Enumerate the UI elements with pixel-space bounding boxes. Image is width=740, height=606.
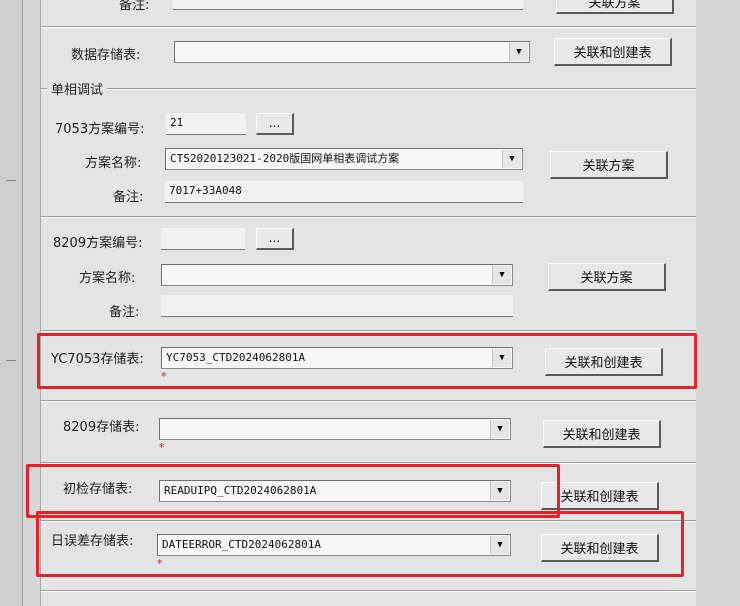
scheme-8209-associate-button[interactable]: 关联方案	[548, 263, 666, 291]
scheme-8209-browse-button[interactable]: ...	[256, 228, 294, 250]
storage-8209-label: 8209存储表:	[63, 420, 140, 435]
scheme-7053-name-label: 方案名称:	[85, 156, 142, 171]
top-associate-scheme-button[interactable]: 关联方案	[556, 0, 674, 14]
divider	[41, 26, 696, 28]
scheme-8209-remark-label: 备注:	[109, 305, 140, 320]
required-marker: *	[159, 441, 165, 454]
group-title-single-phase: 单相调试	[47, 79, 108, 98]
edge-tick	[6, 180, 16, 181]
highlight-box-daily-error	[36, 511, 684, 577]
scheme-7053-id-input[interactable]: 21	[166, 113, 246, 135]
divider	[41, 330, 696, 332]
scheme-8209-name-label: 方案名称:	[79, 271, 136, 286]
chevron-down-icon[interactable]: ▼	[492, 266, 511, 284]
scheme-7053-associate-button[interactable]: 关联方案	[550, 151, 668, 179]
data-table-create-button[interactable]: 关联和创建表	[554, 38, 672, 66]
highlight-box-yc7053	[37, 333, 697, 389]
top-remark-label: 备注:	[119, 0, 150, 13]
scheme-7053-browse-button[interactable]: ...	[256, 113, 294, 135]
divider	[41, 590, 696, 592]
scheme-7053-id-label: 7053方案编号:	[55, 122, 145, 137]
scheme-7053-name-value: CTS2020123021-2020版国网单相表调试方案	[170, 152, 400, 165]
chevron-down-icon[interactable]: ▼	[490, 420, 509, 438]
data-table-select[interactable]: ▼	[174, 41, 530, 63]
scheme-7053-remark-input[interactable]: 7017+33A048	[165, 181, 523, 203]
chevron-down-icon[interactable]: ▼	[502, 150, 521, 168]
scheme-7053-name-select[interactable]: CTS2020123021-2020版国网单相表调试方案 ▼	[165, 148, 523, 170]
chevron-down-icon[interactable]: ▼	[509, 43, 528, 61]
scheme-7053-remark-label: 备注:	[113, 190, 144, 205]
group-border	[41, 88, 696, 90]
storage-8209-create-button[interactable]: 关联和创建表	[543, 420, 661, 448]
divider	[41, 400, 696, 402]
scheme-8209-remark-input[interactable]	[161, 295, 513, 317]
storage-8209-select[interactable]: ▼	[159, 418, 511, 440]
scheme-8209-id-input[interactable]	[161, 228, 245, 250]
highlight-box-initial-check	[26, 464, 560, 518]
divider	[41, 216, 696, 218]
scheme-8209-name-select[interactable]: ▼	[161, 264, 513, 286]
top-remark-field[interactable]	[173, 0, 523, 10]
left-window-edge	[0, 0, 23, 606]
edge-tick	[6, 360, 16, 361]
data-table-label: 数据存储表:	[71, 48, 141, 63]
scheme-8209-id-label: 8209方案编号:	[53, 236, 143, 251]
